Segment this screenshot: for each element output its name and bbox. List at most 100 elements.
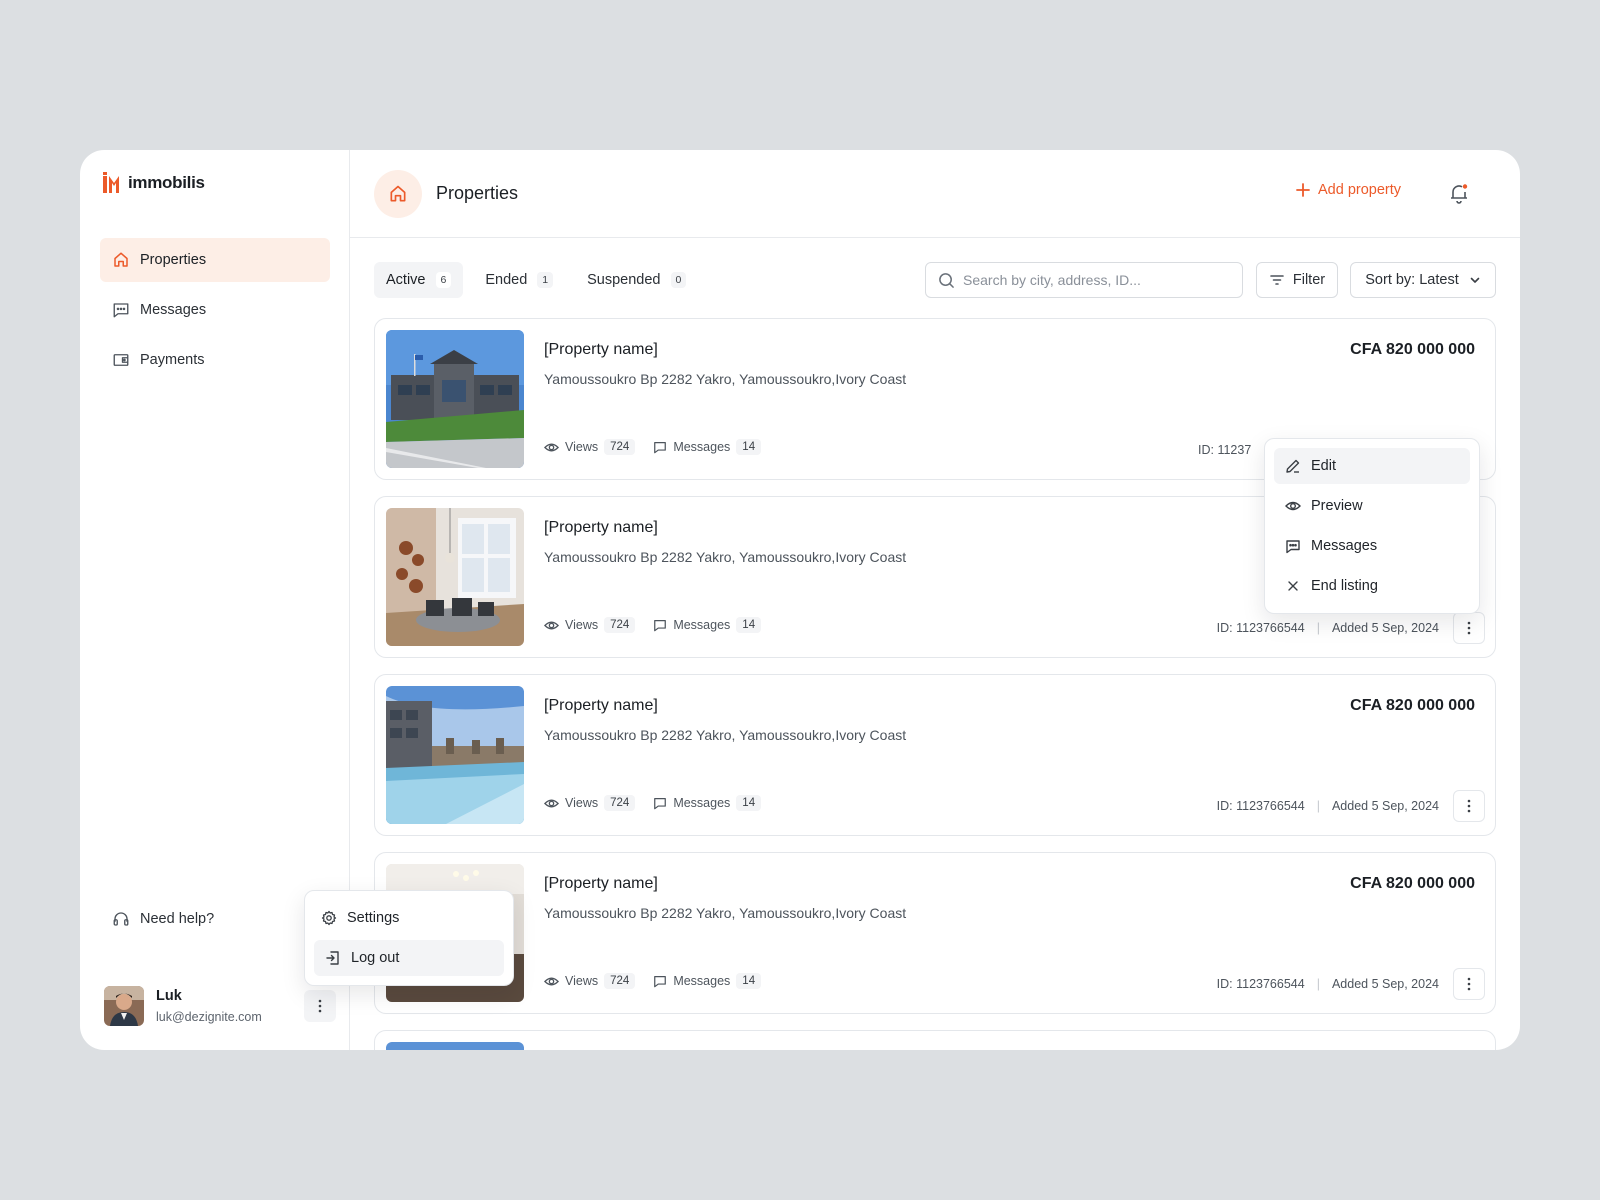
- meta-divider: |: [1316, 799, 1320, 813]
- chevron-down-icon: [1470, 277, 1480, 283]
- sidebar-item-properties[interactable]: Properties: [100, 238, 330, 282]
- messages-label: Messages: [673, 796, 731, 810]
- tab-count: 1: [537, 272, 554, 288]
- views-count: 724: [604, 617, 636, 633]
- tab-active[interactable]: Active 6: [374, 262, 464, 298]
- eye-icon: [1285, 501, 1301, 511]
- tab-ended[interactable]: Ended 1: [473, 262, 565, 298]
- property-name[interactable]: [Property name]: [544, 697, 658, 715]
- need-help-link[interactable]: Need help?: [112, 910, 214, 928]
- messages-stat: Messages 14: [653, 795, 762, 811]
- property-meta: ID: 1123766544 | Added 5 Sep, 2024: [1217, 799, 1439, 813]
- messages-stat: Messages 14: [653, 973, 762, 989]
- filter-button[interactable]: Filter: [1256, 262, 1338, 298]
- views-label: Views: [565, 974, 599, 988]
- property-id: ID: 1123766544: [1216, 977, 1305, 991]
- messages-label: Messages: [673, 618, 731, 632]
- sort-label: Sort by: Latest: [1365, 272, 1459, 288]
- home-icon: [390, 185, 406, 202]
- message-icon: [654, 620, 667, 632]
- message-icon: [113, 303, 129, 318]
- tab-count: 0: [670, 272, 687, 288]
- property-photo[interactable]: [386, 686, 524, 824]
- app-window: immobilis Properties Messages Payments N…: [80, 150, 1520, 1050]
- property-address: Yamoussoukro Bp 2282 Yakro, Yamoussoukro…: [544, 905, 907, 921]
- filter-label: Filter: [1292, 272, 1326, 288]
- need-help-label: Need help?: [140, 911, 215, 927]
- views-stat: Views 724: [544, 973, 636, 989]
- brand-name: immobilis: [128, 173, 205, 192]
- views-count: 724: [604, 439, 636, 455]
- message-icon: [1286, 540, 1300, 554]
- sidebar-nav: Properties Messages Payments: [100, 238, 330, 388]
- more-vertical-icon: [318, 999, 322, 1013]
- views-stat: Views 724: [544, 617, 636, 633]
- property-meta: ID: 11237: [1198, 443, 1251, 457]
- listing-more-button[interactable]: [1453, 612, 1485, 644]
- menu-item-settings[interactable]: Settings: [314, 900, 504, 936]
- sidebar-item-messages[interactable]: Messages: [100, 288, 330, 332]
- property-name[interactable]: [Property name]: [544, 875, 658, 893]
- user-email: luk@dezignite.com: [156, 1010, 262, 1024]
- eye-icon: [544, 621, 559, 629]
- views-count: 724: [604, 795, 636, 811]
- property-address: Yamoussoukro Bp 2282 Yakro, Yamoussoukro…: [544, 371, 907, 387]
- property-stats: Views 724 Messages 14: [544, 795, 762, 811]
- property-id: ID: 1123766544: [1216, 621, 1305, 635]
- more-vertical-icon: [1467, 799, 1471, 813]
- tab-label: Active: [386, 272, 426, 288]
- eye-icon: [544, 443, 559, 451]
- add-property-label: Add property: [1318, 182, 1402, 198]
- page-header: Properties Add property: [350, 150, 1520, 238]
- property-photo[interactable]: [386, 330, 524, 468]
- gear-icon: [321, 910, 337, 926]
- sort-dropdown[interactable]: Sort by: Latest: [1350, 262, 1496, 298]
- status-tabs: Active 6 Ended 1 Suspended 0: [374, 262, 698, 298]
- sidebar-item-label: Payments: [140, 352, 205, 368]
- add-property-button[interactable]: Add property: [1296, 182, 1401, 198]
- tab-label: Suspended: [587, 272, 661, 288]
- menu-item-logout[interactable]: Log out: [314, 940, 504, 976]
- messages-count: 14: [736, 617, 762, 633]
- user-profile: Luk luk@dezignite.com: [104, 986, 262, 1026]
- property-id: ID: 11237: [1198, 443, 1252, 457]
- property-added-date: Added 5 Sep, 2024: [1331, 621, 1439, 635]
- property-photo[interactable]: [386, 1042, 524, 1050]
- menu-item-end-listing[interactable]: End listing: [1274, 568, 1470, 604]
- property-photo-image: [386, 686, 524, 824]
- logo-mark-icon: [103, 172, 119, 193]
- messages-count: 14: [736, 439, 762, 455]
- brand-logo[interactable]: immobilis: [102, 172, 205, 194]
- property-card[interactable]: [Property name] Yamoussoukro Bp 2282 Yak…: [374, 852, 1496, 1014]
- property-name[interactable]: [Property name]: [544, 341, 658, 359]
- search-box: [925, 262, 1243, 298]
- tab-suspended[interactable]: Suspended 0: [575, 262, 698, 298]
- notification-bell-icon[interactable]: [1448, 182, 1470, 204]
- property-added-date: Added 5 Sep, 2024: [1331, 799, 1439, 813]
- search-input[interactable]: [963, 272, 1223, 288]
- eye-icon: [544, 799, 559, 807]
- property-photo-image: [386, 1042, 524, 1050]
- avatar[interactable]: [104, 986, 144, 1026]
- property-photo[interactable]: [386, 508, 524, 646]
- menu-item-messages[interactable]: Messages: [1274, 528, 1470, 564]
- headset-icon: [113, 912, 129, 926]
- listing-more-button[interactable]: [1453, 790, 1485, 822]
- message-icon: [654, 976, 667, 988]
- property-card[interactable]: [374, 1030, 1496, 1050]
- more-vertical-icon: [1467, 621, 1471, 635]
- tab-label: Ended: [485, 272, 528, 288]
- user-more-button[interactable]: [304, 990, 336, 1022]
- property-card[interactable]: [Property name] Yamoussoukro Bp 2282 Yak…: [374, 674, 1496, 836]
- sidebar-item-payments[interactable]: Payments: [100, 338, 330, 382]
- menu-item-edit[interactable]: Edit: [1274, 448, 1470, 484]
- menu-item-preview[interactable]: Preview: [1274, 488, 1470, 524]
- property-meta: ID: 1123766544 | Added 5 Sep, 2024: [1217, 621, 1439, 635]
- views-stat: Views 724: [544, 795, 636, 811]
- property-price: CFA 820 000 000: [1350, 341, 1475, 358]
- property-name[interactable]: [Property name]: [544, 519, 658, 537]
- messages-count: 14: [736, 795, 762, 811]
- views-label: Views: [565, 618, 599, 632]
- listing-more-button[interactable]: [1453, 968, 1485, 1000]
- property-photo-image: [386, 330, 524, 468]
